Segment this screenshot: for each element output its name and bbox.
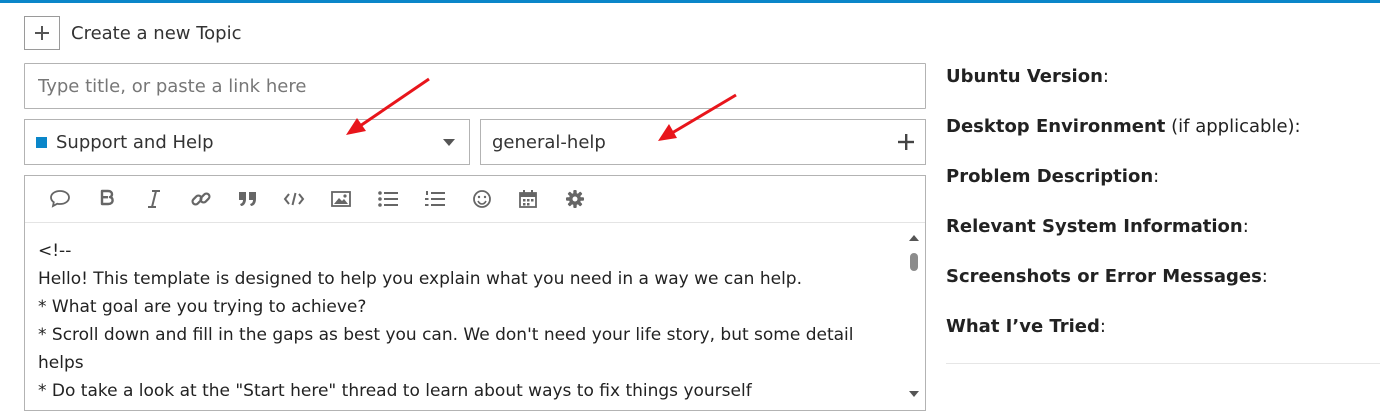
category-label: Support and Help xyxy=(56,131,214,153)
toolbar-button-calendar[interactable] xyxy=(505,183,552,215)
emoji-icon xyxy=(472,190,491,208)
bullet-list-icon xyxy=(378,191,398,207)
toolbar-button-quote-reply[interactable] xyxy=(37,183,84,215)
editor-body: <!-- Hello! This template is designed to… xyxy=(25,223,925,410)
preview-label: Ubuntu Version xyxy=(946,66,1103,87)
category-dropdown[interactable]: Support and Help xyxy=(24,119,470,165)
editor-textarea[interactable]: <!-- Hello! This template is designed to… xyxy=(25,223,925,405)
tag-selector[interactable]: general-help xyxy=(480,119,926,165)
numbered-list-icon xyxy=(424,191,445,206)
scroll-up-arrow-icon[interactable] xyxy=(909,235,919,241)
toolbar-button-bold[interactable] xyxy=(84,183,131,215)
preview-label: Desktop Environment xyxy=(946,116,1166,137)
editor-scrollbar[interactable] xyxy=(903,223,925,410)
toolbar-button-italic[interactable] xyxy=(131,183,178,215)
scrollbar-thumb[interactable] xyxy=(910,253,918,271)
chevron-down-icon xyxy=(443,138,455,146)
bold-icon xyxy=(100,189,114,206)
toolbar-button-emoji[interactable] xyxy=(458,183,505,215)
scroll-down-arrow-icon[interactable] xyxy=(909,391,919,397)
toolbar-button-numbered-list[interactable] xyxy=(411,183,458,215)
preview-line-screenshots: Screenshots or Error Messages: xyxy=(946,264,1380,314)
preview-suffix: : xyxy=(1242,216,1249,237)
toolbar-button-code[interactable] xyxy=(271,183,318,215)
tag-chip: general-help xyxy=(492,131,606,153)
preview-label: Relevant System Information xyxy=(946,216,1243,237)
toolbar-button-image[interactable] xyxy=(318,183,365,215)
preview-divider xyxy=(946,363,1380,364)
gear-icon xyxy=(566,190,585,208)
preview-line-system-information: Relevant System Information: xyxy=(946,214,1380,264)
preview-suffix: : xyxy=(1099,316,1106,337)
speech-bubble-icon xyxy=(50,190,71,208)
toolbar-button-blockquote[interactable] xyxy=(224,183,271,215)
link-icon xyxy=(191,192,211,206)
preview-suffix: : xyxy=(1102,66,1109,87)
preview-line-problem-description: Problem Description: xyxy=(946,164,1380,214)
composer-title: Create a new Topic xyxy=(71,22,242,44)
image-icon xyxy=(331,191,352,207)
preview-line-ubuntu-version: Ubuntu Version: xyxy=(946,64,1380,114)
add-tag-icon[interactable] xyxy=(897,133,915,151)
preview-label: What I’ve Tried xyxy=(946,316,1100,337)
preview-label: Problem Description xyxy=(946,166,1154,187)
template-preview: Ubuntu Version: Desktop Environment (if … xyxy=(946,64,1380,364)
calendar-icon xyxy=(519,190,538,208)
topic-title-input[interactable] xyxy=(24,63,926,109)
code-icon xyxy=(284,192,305,206)
preview-suffix: : xyxy=(1261,266,1268,287)
editor-toolbar xyxy=(25,176,925,223)
create-topic-button[interactable] xyxy=(24,16,60,50)
toolbar-button-link[interactable] xyxy=(177,183,224,215)
preview-line-what-ive-tried: What I’ve Tried: xyxy=(946,314,1380,364)
toolbar-button-options[interactable] xyxy=(552,183,599,215)
toolbar-button-bullet-list[interactable] xyxy=(365,183,412,215)
preview-suffix: (if applicable): xyxy=(1165,116,1301,137)
quote-icon xyxy=(238,192,256,206)
preview-line-desktop-environment: Desktop Environment (if applicable): xyxy=(946,114,1380,164)
composer-header: Create a new Topic xyxy=(24,16,241,50)
preview-label: Screenshots or Error Messages xyxy=(946,266,1262,287)
plus-icon xyxy=(35,26,49,40)
composer-editor: <!-- Hello! This template is designed to… xyxy=(24,175,926,411)
category-color-badge xyxy=(36,136,47,148)
italic-icon xyxy=(147,190,160,208)
preview-suffix: : xyxy=(1153,166,1160,187)
top-accent-bar xyxy=(0,0,1380,3)
